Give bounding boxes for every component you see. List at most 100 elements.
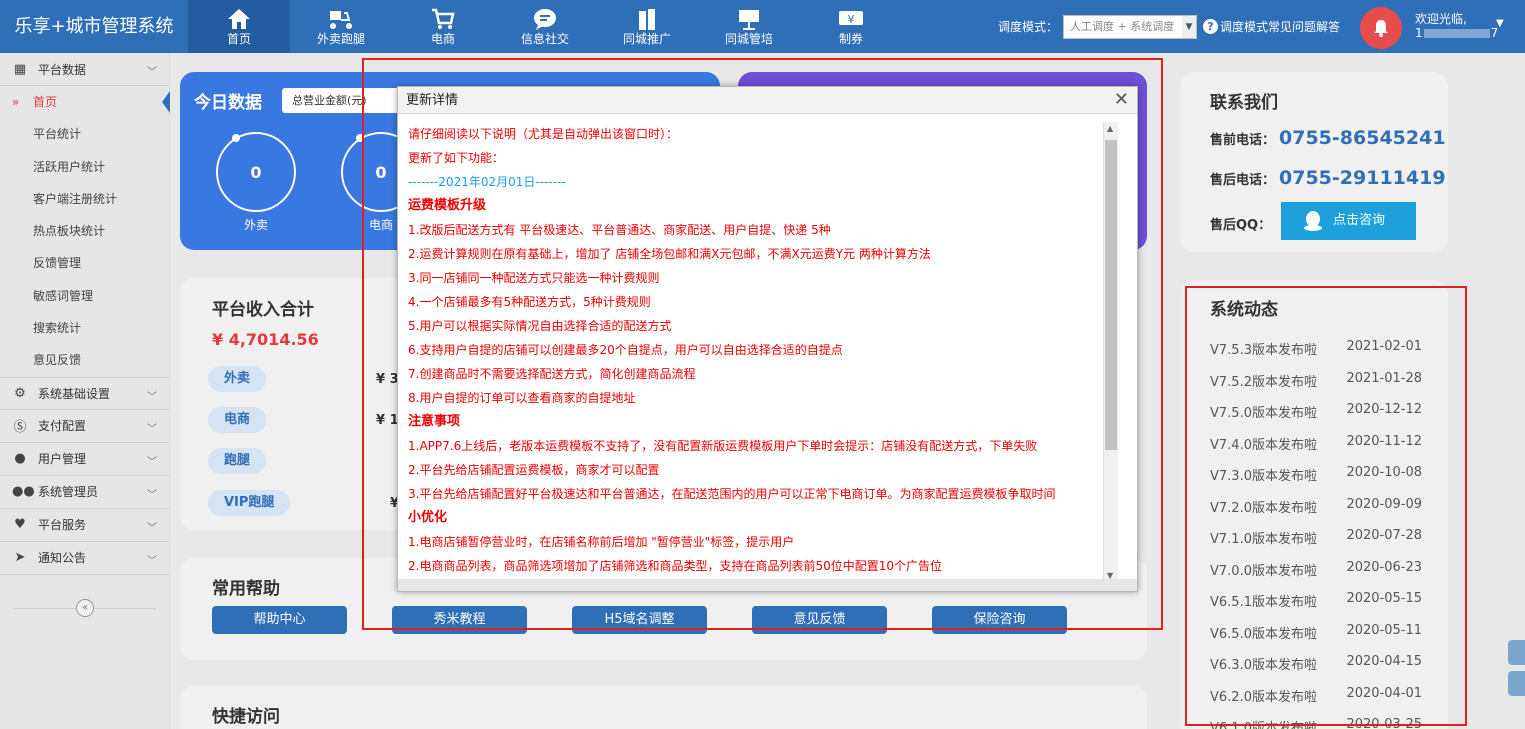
list-item[interactable]: V7.4.0版本发布啦 2020-11-12 [1210, 434, 1422, 453]
dialog-line: 2.平台先给店铺配置运费模板，商家才可以配置 [408, 463, 660, 477]
list-item[interactable]: V7.2.0版本发布啦 2020-09-09 [1210, 497, 1422, 516]
close-icon[interactable]: ✕ [1114, 89, 1129, 111]
sidebar-group-system-settings[interactable]: ⚙ 系统基础设置 ﹀ [0, 376, 169, 410]
notification-bell-button[interactable] [1360, 7, 1402, 49]
caret-down-icon[interactable]: ▼ [1496, 18, 1504, 29]
list-item[interactable]: V6.2.0版本发布啦 2020-04-01 [1210, 686, 1422, 705]
dialog-line: 5.用户可以根据实际情况自由选择合适的配送方式 [408, 319, 672, 333]
sidebar-group-users[interactable]: ● 用户管理 ﹀ [0, 443, 169, 476]
collapse-sidebar-icon[interactable]: « [76, 599, 94, 617]
nav-training[interactable]: 同城管培 [698, 0, 800, 53]
sidebar-item-active-users[interactable]: 活跃用户统计 [0, 151, 169, 183]
dispatch-mode-select[interactable]: 人工调度 + 系统调度 ▼ [1063, 15, 1197, 39]
list-item[interactable]: V6.3.0版本发布啦 2020-04-15 [1210, 654, 1422, 673]
nav-label: 首页 [226, 32, 251, 46]
contact-card: 联系我们 售前电话： 0755-86545241 售后电话： 0755-291114… [1180, 72, 1448, 252]
heart-icon: ♥ [14, 517, 26, 533]
user-icon: ● [14, 451, 26, 467]
nav-label: 电商 [430, 32, 455, 46]
aftersale-label: 售后电话： [1210, 173, 1276, 188]
sidebar-item-sensitive-words[interactable]: 敏感词管理 [0, 280, 169, 312]
sidebar-group-payment[interactable]: Ⓢ 支付配置 ﹀ [0, 410, 169, 443]
list-item[interactable]: V7.0.0版本发布啦 2020-06-23 [1210, 560, 1422, 579]
sidebar-group-admins[interactable]: ●● 系统管理员 ﹀ [0, 476, 169, 509]
list-item[interactable]: V7.1.0版本发布啦 2020-07-28 [1210, 528, 1422, 547]
nav-social[interactable]: 信息社交 [494, 0, 596, 53]
insurance-button[interactable]: 保险咨询 [932, 606, 1067, 634]
sidebar-item-search-stats[interactable]: 搜索统计 [0, 312, 169, 344]
list-item[interactable]: V6.5.1版本发布啦 2020-05-15 [1210, 591, 1422, 610]
grid-icon: ▦ [13, 61, 27, 77]
feedback-button[interactable]: 意见反馈 [752, 606, 887, 634]
item-title: V7.3.0版本发布啦 [1210, 469, 1317, 484]
user-menu[interactable]: 欢迎光临, 17 [1415, 12, 1498, 40]
help-center-button[interactable]: 帮助中心 [212, 606, 347, 634]
sidebar-item-home[interactable]: 首页 [0, 86, 170, 119]
dialog-line: 4.一个店铺最多有5种配送方式，5种计费规则 [408, 295, 651, 309]
nav-label: 同城推广 [622, 32, 671, 46]
dialog-line: 更新了如下功能： [408, 151, 505, 165]
item-date: 2020-10-08 [1346, 465, 1422, 480]
list-item[interactable]: V7.5.0版本发布啦 2020-12-12 [1210, 402, 1422, 421]
sidebar-item-hot-sections[interactable]: 热点板块统计 [0, 215, 169, 247]
sidebar-group-notices[interactable]: ➤ 通知公告 ﹀ [0, 542, 169, 575]
dialog-line: 运费模板升级 [408, 198, 487, 213]
sidebar-group-platform-service[interactable]: ♥ 平台服务 ﹀ [0, 509, 169, 542]
dialog-line: 1.APP7.6上线后，老版本运费模板不支持了，没有配置新版运费模板用户下单时会… [408, 439, 1038, 453]
dialog-line: 8.用户自提的订单可以查看商家的自提地址 [408, 391, 636, 405]
list-item[interactable]: V6.1.0版本发布啦 2020-03-25 [1210, 717, 1422, 729]
chevron-down-icon: ﹀ [147, 391, 157, 403]
today-takeout-label: 外卖 [244, 218, 269, 232]
float-qq-button[interactable] [1508, 640, 1525, 665]
circle-dot [356, 134, 364, 142]
sidebar-item-opinions[interactable]: 意见反馈 [0, 344, 169, 376]
list-item[interactable]: V7.5.3版本发布啦 2021-02-01 [1210, 339, 1422, 358]
item-title: V7.2.0版本发布啦 [1210, 500, 1317, 516]
sidebar-item-feedback-management[interactable]: 反馈管理 [0, 247, 169, 279]
sidebar-group-label: 通知公告 [38, 551, 87, 566]
item-date: 2020-11-12 [1346, 433, 1422, 449]
list-item[interactable]: V7.3.0版本发布啦 2020-10-08 [1210, 465, 1422, 484]
scrollbar-thumb[interactable] [1105, 140, 1117, 450]
income-vip-errand-label: VIP跑腿 [208, 490, 291, 516]
income-ecommerce-label: 电商 [208, 407, 267, 433]
today-metric-select[interactable]: 总营业金额(元) [282, 88, 402, 113]
list-item[interactable]: V7.5.2版本发布啦 2021-01-28 [1210, 371, 1422, 390]
aftersale-row: 售后电话： 0755-29111419 [1210, 167, 1446, 189]
dispatch-help-link[interactable]: ? 调度模式常见问题解答 [1203, 18, 1340, 35]
svg-text:¥: ¥ [848, 13, 855, 26]
item-date: 2020-06-23 [1346, 559, 1422, 575]
quick-access-title: 快捷访问 [212, 707, 280, 727]
nav-coupon[interactable]: ¥ 制券 [800, 0, 902, 53]
sidebar-group-label: 系统基础设置 [38, 386, 111, 401]
sidebar-group-platform-data[interactable]: ▦ 平台数据 ﹀ [0, 53, 169, 86]
dispatch-mode-label: 调度模式： [998, 20, 1059, 34]
aftersale-phone: 0755-29111419 [1279, 167, 1446, 189]
scroll-up-icon[interactable]: ▲ [1107, 124, 1113, 133]
dispatch-help-text: 调度模式常见问题解答 [1220, 20, 1341, 34]
item-title: V6.2.0版本发布啦 [1210, 689, 1317, 705]
item-title: V6.1.0版本发布啦 [1210, 721, 1317, 729]
today-takeout-value: 0 [216, 132, 296, 212]
nav-delivery[interactable]: 外卖跑腿 [290, 0, 392, 53]
sidebar-item-platform-stats[interactable]: 平台统计 [0, 118, 169, 150]
nav-promotion[interactable]: 同城推广 [596, 0, 698, 53]
income-ecommerce-value: ¥ 1 [376, 413, 399, 428]
dialog-line: 3.平台先给店铺配置好平台极速达和平台普通达，在配送范围内的用户可以正常下电商订… [408, 487, 1056, 501]
sidebar-group-label: 平台服务 [38, 518, 87, 533]
nav-ecommerce[interactable]: 电商 [392, 0, 494, 53]
contact-title: 联系我们 [1210, 93, 1278, 113]
consult-button[interactable]: 点击咨询 [1281, 202, 1416, 240]
float-phone-button[interactable] [1508, 671, 1525, 696]
h5-domain-button[interactable]: H5域名调整 [572, 606, 707, 634]
item-title: V7.5.3版本发布啦 [1210, 343, 1317, 358]
xiumi-tutorial-button[interactable]: 秀米教程 [392, 606, 527, 634]
update-dialog: 更新详情 ✕ 请仔细阅读以下说明（尤其是自动弹出该窗口时）： 更新了如下功能： … [397, 86, 1138, 592]
sidebar-item-client-registration[interactable]: 客户端注册统计 [0, 183, 169, 215]
list-item[interactable]: V6.5.0版本发布啦 2020-05-11 [1210, 623, 1422, 642]
item-title: V7.4.0版本发布啦 [1210, 437, 1317, 453]
scooter-icon [330, 11, 352, 29]
nav-label: 外卖跑腿 [316, 32, 365, 46]
nav-home[interactable]: 首页 [188, 0, 290, 53]
dialog-scrollbar[interactable]: ▲ ▼ [1103, 122, 1118, 582]
